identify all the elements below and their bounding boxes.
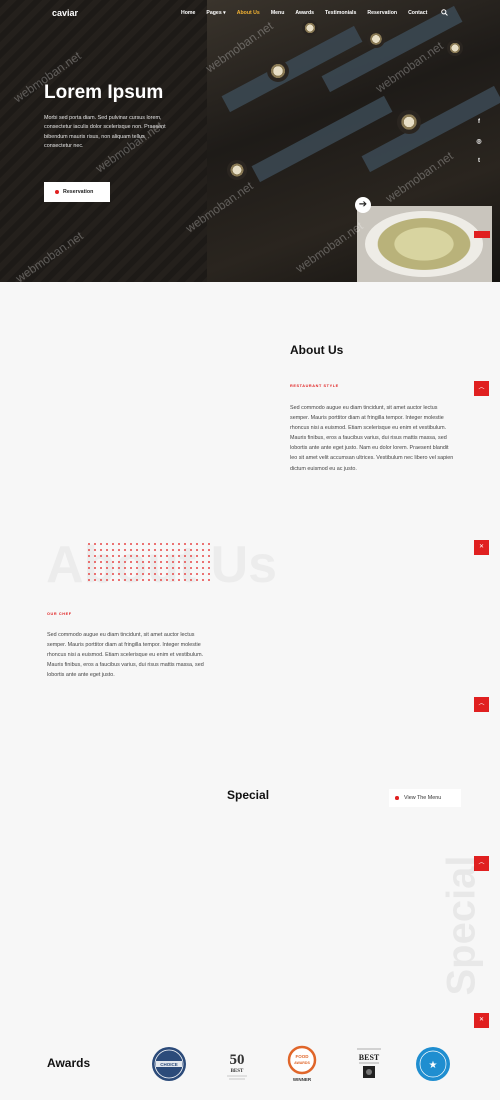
hero-section: ➔ webmoban.net webmoban.net webmoban.net… (0, 0, 500, 282)
svg-text:AWARDS: AWARDS (294, 1061, 310, 1065)
arrow-right-icon[interactable]: ➔ (355, 197, 371, 213)
special-bg-word: Special (439, 855, 484, 996)
choice-award-badge: CHOICE (152, 1047, 186, 1081)
special-title: Special (227, 788, 270, 802)
nav-menu: Home Pages ▾ About Us Menu Awards Testim… (181, 10, 438, 16)
search-icon[interactable] (441, 9, 448, 16)
svg-text:FOOD: FOOD (296, 1054, 310, 1059)
svg-text:BEST: BEST (231, 1069, 244, 1074)
slider-tab[interactable] (474, 231, 490, 238)
svg-text:50: 50 (230, 1052, 245, 1068)
chevron-up-icon[interactable]: ︿ (474, 697, 489, 712)
crossed-utensils-icon[interactable]: ✕ (474, 540, 489, 555)
dot-icon (395, 796, 399, 800)
dot-pattern (86, 541, 212, 581)
top-nav: caviar Home Pages ▾ About Us Menu Awards… (0, 0, 500, 26)
crossed-utensils-icon[interactable]: ✕ (474, 1013, 489, 1028)
chef-kicker: OUR CHEF (47, 612, 72, 616)
dish-image (357, 206, 492, 282)
hero-text: Morbi sed porta diam. Sed pulvinar cursu… (44, 115, 166, 150)
nav-item-testimonials[interactable]: Testimonials (325, 10, 356, 16)
food-awards-badge: FOOD AWARDS WINNER (287, 1045, 317, 1082)
nav-item-about[interactable]: About Us (237, 10, 260, 16)
nav-item-reservation[interactable]: Reservation (367, 10, 397, 16)
fifty-best-badge: 50 BEST (227, 1052, 247, 1080)
about-title: About Us (290, 343, 344, 357)
view-menu-button[interactable]: View The Menu (389, 789, 461, 807)
twitter-icon[interactable]: t (475, 157, 483, 165)
nav-item-pages[interactable]: Pages ▾ (206, 10, 225, 16)
nav-item-awards[interactable]: Awards (295, 10, 314, 16)
reservation-label: Reservation (63, 189, 94, 195)
reservation-button[interactable]: Reservation (44, 182, 110, 202)
best-restaurant-badge: BEST (357, 1048, 381, 1078)
nav-item-home[interactable]: Home (181, 10, 195, 16)
instagram-icon[interactable]: ◎ (475, 138, 483, 146)
chevron-up-icon[interactable]: ︿ (474, 381, 489, 396)
awards-title: Awards (47, 1056, 91, 1070)
logo[interactable]: caviar (52, 8, 78, 18)
facebook-icon[interactable]: f (475, 118, 483, 126)
dot-icon (55, 190, 59, 194)
svg-text:CHOICE: CHOICE (160, 1062, 178, 1067)
nav-item-menu[interactable]: Menu (271, 10, 285, 16)
view-menu-label: View The Menu (404, 795, 442, 801)
svg-text:★: ★ (429, 1060, 438, 1071)
blue-award-badge: ★ (416, 1047, 450, 1081)
chef-text: Sed commodo augue eu diam tincidunt, sit… (47, 632, 204, 679)
about-text: Sed commodo augue eu diam tincidunt, sit… (290, 405, 454, 472)
nav-item-contact[interactable]: Contact (408, 10, 427, 16)
hero-title: Lorem Ipsum (44, 82, 164, 103)
about-kicker: RESTAURANT STYLE (290, 384, 339, 388)
svg-text:WINNER: WINNER (293, 1077, 312, 1082)
svg-text:BEST: BEST (359, 1053, 380, 1062)
